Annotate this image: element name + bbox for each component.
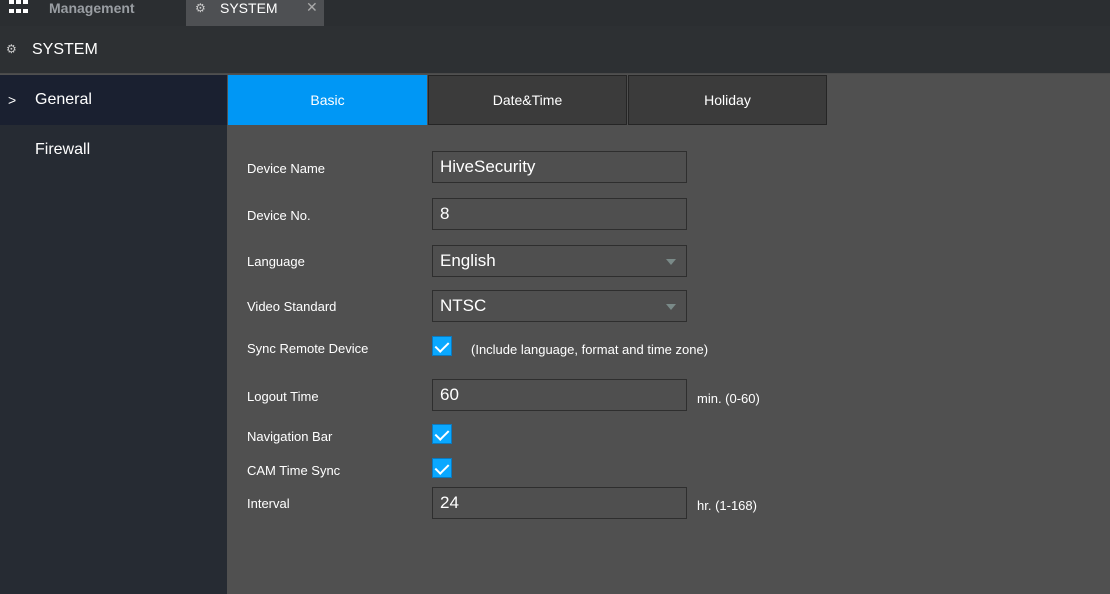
dropdown-arrow-icon <box>666 304 676 310</box>
cam-time-sync-checkbox[interactable] <box>432 458 452 478</box>
interval-input[interactable]: 24 <box>432 487 687 519</box>
device-name-label: Device Name <box>247 161 326 176</box>
tab-date-time[interactable]: Date&Time <box>428 75 627 125</box>
logout-time-input[interactable]: 60 <box>432 379 687 411</box>
cam-time-sync-label: CAM Time Sync <box>247 463 341 478</box>
gear-icon: ⚙ <box>6 42 17 56</box>
system-tab-label: SYSTEM <box>220 0 278 16</box>
sidebar-item-label: General <box>35 91 92 108</box>
device-no-label: Device No. <box>247 208 311 223</box>
main-menu-grid-icon[interactable] <box>9 0 29 16</box>
tab-basic[interactable]: Basic <box>228 75 427 125</box>
top-bar: Management ⚙ SYSTEM ✕ <box>0 0 1110 26</box>
chevron-right-icon: > <box>8 92 17 108</box>
page-header: ⚙ SYSTEM <box>0 26 1110 74</box>
language-label: Language <box>247 254 305 269</box>
device-name-input[interactable]: HiveSecurity <box>432 151 687 183</box>
video-standard-label: Video Standard <box>247 299 337 314</box>
language-value: English <box>440 251 496 270</box>
dropdown-arrow-icon <box>666 259 676 265</box>
sidebar: > General Firewall <box>0 75 227 594</box>
system-tab[interactable]: ⚙ SYSTEM ✕ <box>186 0 324 26</box>
interval-unit: hr. (1-168) <box>697 498 757 513</box>
interval-label: Interval <box>247 496 290 511</box>
sync-remote-note: (Include language, format and time zone) <box>471 342 709 357</box>
video-standard-value: NTSC <box>440 296 487 315</box>
tab-bar: Basic Date&Time Holiday <box>228 75 828 125</box>
tab-holiday[interactable]: Holiday <box>628 75 827 125</box>
management-tab[interactable]: Management <box>49 0 135 16</box>
language-select[interactable]: English <box>432 245 687 277</box>
navigation-bar-label: Navigation Bar <box>247 429 333 444</box>
sidebar-item-label: Firewall <box>35 141 91 158</box>
sync-remote-checkbox[interactable] <box>432 336 452 356</box>
page-title: SYSTEM <box>32 41 98 58</box>
navigation-bar-checkbox[interactable] <box>432 424 452 444</box>
gear-icon: ⚙ <box>195 1 206 15</box>
sidebar-item-firewall[interactable]: Firewall <box>0 125 227 175</box>
logout-time-unit: min. (0-60) <box>697 391 760 406</box>
device-no-input[interactable]: 8 <box>432 198 687 230</box>
logout-time-label: Logout Time <box>247 389 319 404</box>
close-icon[interactable]: ✕ <box>306 0 318 15</box>
sidebar-item-general[interactable]: > General <box>0 75 227 125</box>
video-standard-select[interactable]: NTSC <box>432 290 687 322</box>
sync-remote-label: Sync Remote Device <box>247 341 369 356</box>
